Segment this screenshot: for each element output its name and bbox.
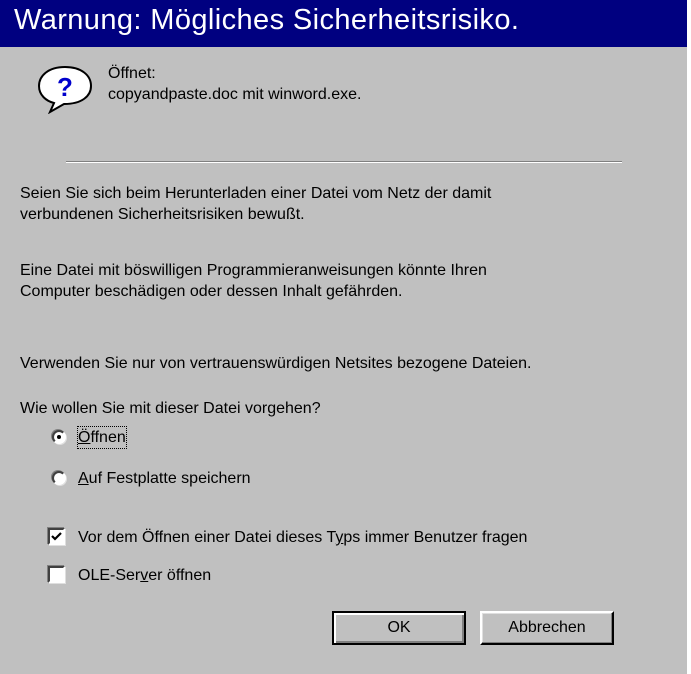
checkbox-ole-before: OLE-Ser [78, 567, 141, 584]
opens-label: Öffnet: [108, 65, 156, 82]
checkbox-ask-before: Vor dem Öffnen einer Datei dieses T [78, 529, 336, 546]
warning-para1-line2: verbundenen Sicherheitsrisiken bewußt. [20, 206, 305, 223]
file-line: copyandpaste.doc mit winword.exe. [108, 86, 362, 103]
warning-para1-line1: Seien Sie sich beim Herunterladen einer … [20, 185, 492, 202]
checkbox-ask-after: ps immer Benutzer fragen [343, 529, 528, 546]
checkbox-ole-after: er öffnen [148, 567, 212, 584]
radio-save-label[interactable]: Auf Festplatte speichern [78, 468, 251, 489]
radio-open-dot [57, 435, 61, 439]
checkbox-ask[interactable] [48, 528, 65, 545]
ok-button[interactable]: OK [332, 611, 466, 645]
warning-para2-line1: Eine Datei mit böswilligen Programmieran… [20, 262, 487, 279]
separator [66, 161, 622, 163]
radio-open-accel: Ö [78, 429, 91, 446]
question-text: Wie wollen Sie mit dieser Datei vorgehen… [20, 400, 321, 417]
checkbox-ole[interactable] [48, 566, 65, 583]
window-edge [687, 0, 691, 674]
radio-open-label[interactable]: Öffnen [77, 426, 127, 449]
checkbox-ole-label[interactable]: OLE-Server öffnen [78, 565, 211, 586]
svg-text:?: ? [57, 72, 73, 102]
radio-save-rest: uf Festplatte speichern [88, 470, 251, 487]
title-bar[interactable]: Warnung: Mögliches Sicherheitsrisiko. [0, 0, 691, 47]
radio-open[interactable] [52, 430, 66, 444]
radio-save[interactable] [52, 471, 66, 485]
radio-save-accel: A [78, 470, 89, 487]
security-warning-dialog: Warnung: Mögliches Sicherheitsrisiko. ? … [0, 0, 691, 674]
window-title: Warnung: Mögliches Sicherheitsrisiko. [14, 4, 520, 36]
question-icon: ? [37, 65, 93, 114]
warning-para2-line2: Computer beschädigen oder dessen Inhalt … [20, 283, 403, 300]
checkmark-icon [51, 532, 62, 541]
cancel-button[interactable]: Abbrechen [480, 611, 614, 645]
checkbox-ask-label[interactable]: Vor dem Öffnen einer Datei dieses Typs i… [78, 527, 527, 548]
warning-para3: Verwenden Sie nur von vertrauenswürdigen… [20, 355, 532, 372]
radio-open-rest: ffnen [90, 429, 126, 446]
